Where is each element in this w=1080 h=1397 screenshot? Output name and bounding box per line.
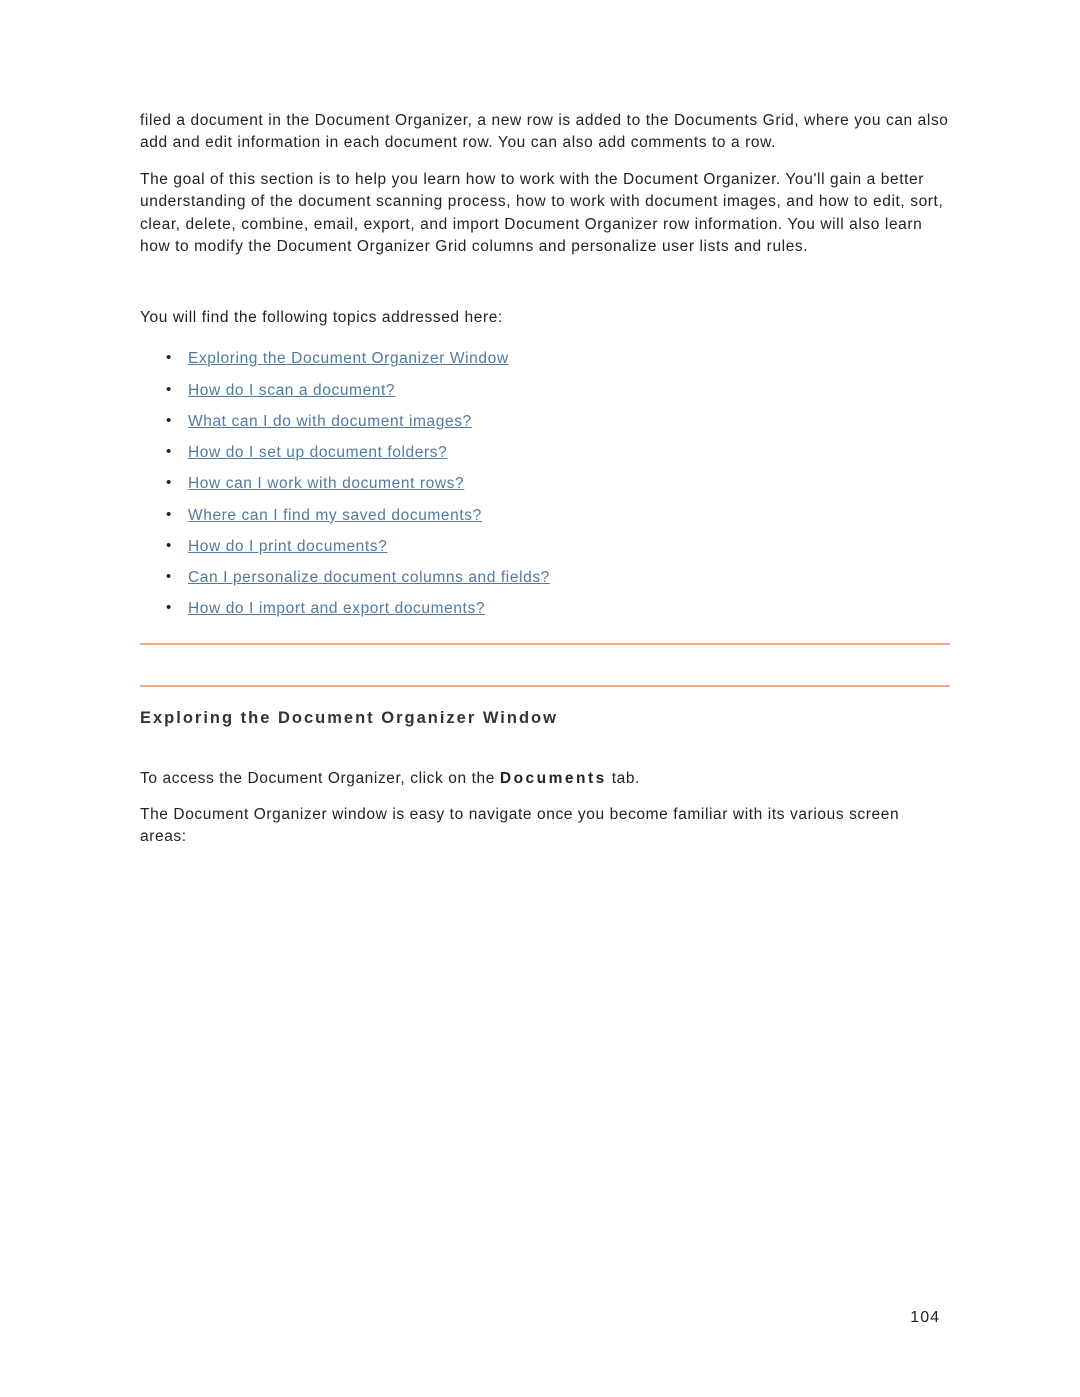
list-item: Exploring the Document Organizer Window — [188, 347, 950, 370]
section-navigate-text: The Document Organizer window is easy to… — [140, 804, 950, 849]
topic-link-scan[interactable]: How do I scan a document? — [188, 382, 395, 399]
list-item: What can I do with document images? — [188, 410, 950, 433]
page-number: 104 — [910, 1309, 940, 1327]
list-item: How do I print documents? — [188, 535, 950, 558]
topic-link-saved[interactable]: Where can I find my saved documents? — [188, 507, 482, 524]
topics-list: Exploring the Document Organizer Window … — [140, 347, 950, 620]
topic-link-images[interactable]: What can I do with document images? — [188, 413, 472, 430]
topic-link-exploring[interactable]: Exploring the Document Organizer Window — [188, 350, 509, 367]
list-item: How do I scan a document? — [188, 379, 950, 402]
list-item: How do I set up document folders? — [188, 441, 950, 464]
topic-link-rows[interactable]: How can I work with document rows? — [188, 475, 464, 492]
topics-intro-text: You will find the following topics addre… — [140, 307, 950, 329]
section-heading-exploring: Exploring the Document Organizer Window — [140, 709, 950, 728]
access-bold-documents: Documents — [500, 770, 607, 787]
list-item: Can I personalize document columns and f… — [188, 566, 950, 589]
section-access-text: To access the Document Organizer, click … — [140, 768, 950, 790]
list-item: How do I import and export documents? — [188, 597, 950, 620]
intro-paragraph-2: The goal of this section is to help you … — [140, 169, 950, 259]
document-page: filed a document in the Document Organiz… — [0, 0, 1080, 1397]
topic-link-print[interactable]: How do I print documents? — [188, 538, 387, 555]
topic-link-folders[interactable]: How do I set up document folders? — [188, 444, 447, 461]
topic-link-import-export[interactable]: How do I import and export documents? — [188, 600, 485, 617]
access-suffix: tab. — [607, 770, 640, 787]
divider-1 — [140, 643, 950, 645]
list-item: How can I work with document rows? — [188, 472, 950, 495]
access-prefix: To access the Document Organizer, click … — [140, 770, 500, 787]
list-item: Where can I find my saved documents? — [188, 504, 950, 527]
intro-paragraph-1: filed a document in the Document Organiz… — [140, 110, 950, 155]
topic-link-personalize[interactable]: Can I personalize document columns and f… — [188, 569, 550, 586]
divider-2 — [140, 685, 950, 687]
